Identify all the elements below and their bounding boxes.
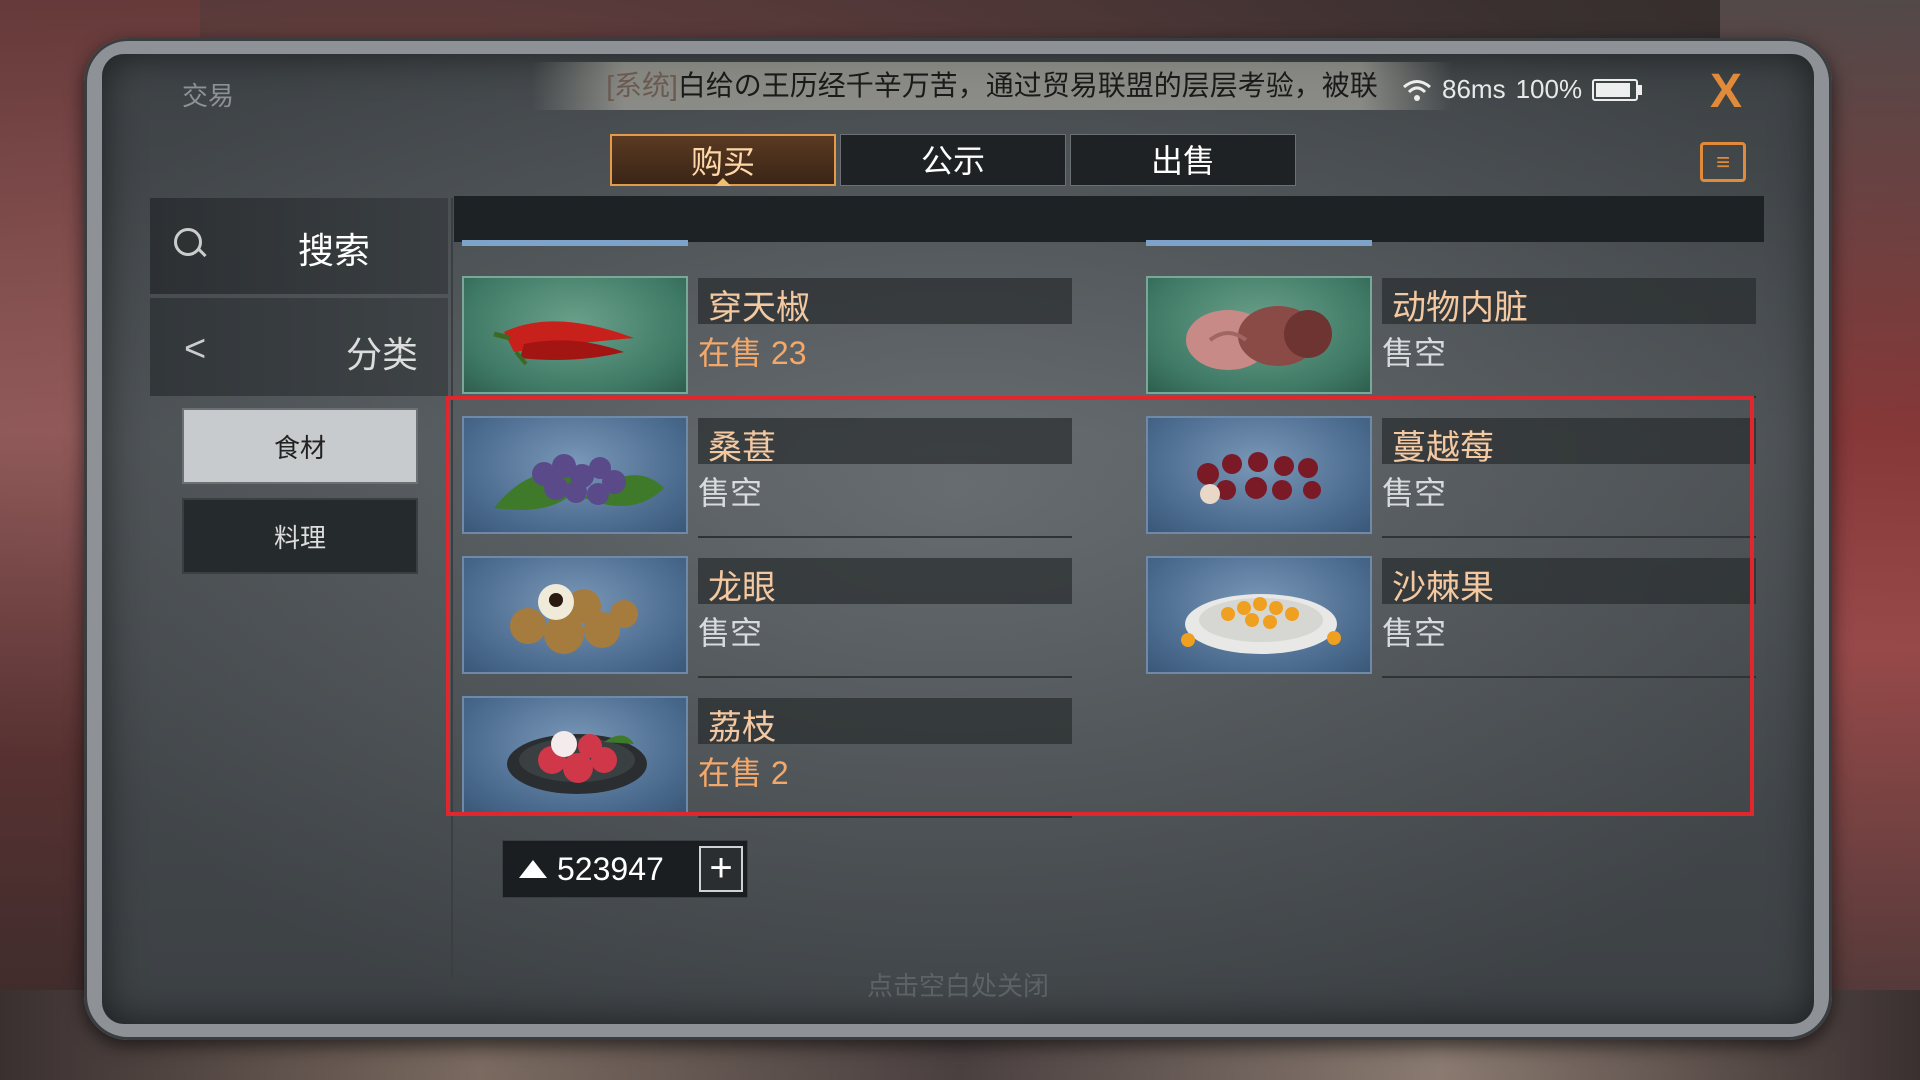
search-button[interactable]: 搜索 — [150, 198, 448, 294]
status-bar: 86ms 100% — [1402, 74, 1643, 105]
ticker-prefix: [系统] — [606, 70, 678, 101]
trade-screen: 交易 [系统]白给の王历经千辛万苦，通过贸易联盟的层层考验，被联 86ms 10… — [102, 54, 1814, 1024]
chevron-left-icon: < — [184, 328, 207, 370]
prev-item-edge — [462, 240, 688, 246]
item-stock: 售空 — [698, 615, 763, 651]
list-item[interactable]: 蔓越莓 售空 — [1146, 416, 1766, 542]
tab-bar: 购买 公示 出售 — [610, 134, 1296, 186]
add-currency-button[interactable]: + — [699, 846, 743, 892]
chili-pepper-icon[interactable] — [462, 276, 688, 394]
item-stock: 在售 23 — [698, 335, 807, 371]
currency-amount: 523947 — [557, 850, 664, 887]
subcategory-ingredients[interactable]: 食材 — [182, 408, 418, 484]
currency-icon — [519, 860, 547, 878]
list-item[interactable]: 穿天椒 在售 23 — [462, 276, 1082, 402]
item-name: 动物内脏 — [1392, 289, 1528, 327]
ticker-text: 白给の王历经千辛万苦，通过贸易联盟的层层考验，被联 — [677, 70, 1378, 101]
divider — [1382, 536, 1756, 538]
organ-meat-icon[interactable] — [1146, 276, 1372, 394]
prev-item-edge — [1146, 240, 1372, 246]
category-label: 分类 — [346, 334, 419, 375]
item-stock: 售空 — [698, 475, 763, 511]
battery-label: 100% — [1515, 74, 1583, 104]
sidebar-divider — [451, 198, 453, 978]
clipboard-icon[interactable]: ≡ — [1700, 142, 1746, 182]
item-stock: 在售 2 — [698, 755, 789, 791]
system-ticker: [系统]白给の王历经千辛万苦，通过贸易联盟的层层考验，被联 — [532, 62, 1452, 110]
tab-buy[interactable]: 购买 — [610, 134, 836, 186]
item-name: 蔓越莓 — [1392, 429, 1494, 467]
list-item[interactable]: 龙眼 售空 — [462, 556, 1082, 682]
divider — [1382, 396, 1756, 398]
window-title: 交易 — [182, 81, 235, 111]
item-stock: 售空 — [1382, 475, 1447, 511]
close-hint[interactable]: 点击空白处关闭 — [102, 966, 1814, 1003]
currency-display: 523947 + — [502, 840, 748, 898]
category-button[interactable]: < 分类 — [150, 298, 448, 396]
subcategory-dishes[interactable]: 料理 — [182, 498, 418, 574]
divider — [698, 676, 1072, 678]
item-name: 桑葚 — [708, 429, 776, 467]
list-item[interactable]: 沙棘果 售空 — [1146, 556, 1766, 682]
search-label: 搜索 — [298, 230, 371, 271]
list-header — [454, 196, 1764, 242]
list-item[interactable]: 动物内脏 售空 — [1146, 276, 1766, 402]
mulberry-icon[interactable] — [462, 416, 688, 534]
list-item[interactable]: 桑葚 售空 — [462, 416, 1082, 542]
search-icon — [174, 228, 202, 256]
item-name: 荔枝 — [708, 709, 776, 747]
sea-buckthorn-icon[interactable] — [1146, 556, 1372, 674]
divider — [698, 396, 1072, 398]
divider — [698, 536, 1072, 538]
list-item[interactable]: 荔枝 在售 2 — [462, 696, 1082, 822]
close-button[interactable]: X — [1710, 64, 1742, 119]
divider — [698, 816, 1072, 818]
ping-label: 86ms — [1442, 74, 1506, 104]
item-stock: 售空 — [1382, 335, 1447, 371]
longan-icon[interactable] — [462, 556, 688, 674]
item-name: 穿天椒 — [708, 289, 810, 327]
wifi-icon — [1403, 79, 1431, 101]
battery-icon — [1592, 78, 1643, 101]
item-name: 沙棘果 — [1392, 569, 1494, 607]
cranberry-icon[interactable] — [1146, 416, 1372, 534]
tab-announce[interactable]: 公示 — [840, 134, 1066, 186]
divider — [1382, 676, 1756, 678]
item-stock: 售空 — [1382, 615, 1447, 651]
lychee-icon[interactable] — [462, 696, 688, 814]
item-name: 龙眼 — [708, 569, 776, 607]
tab-sell[interactable]: 出售 — [1070, 134, 1296, 186]
